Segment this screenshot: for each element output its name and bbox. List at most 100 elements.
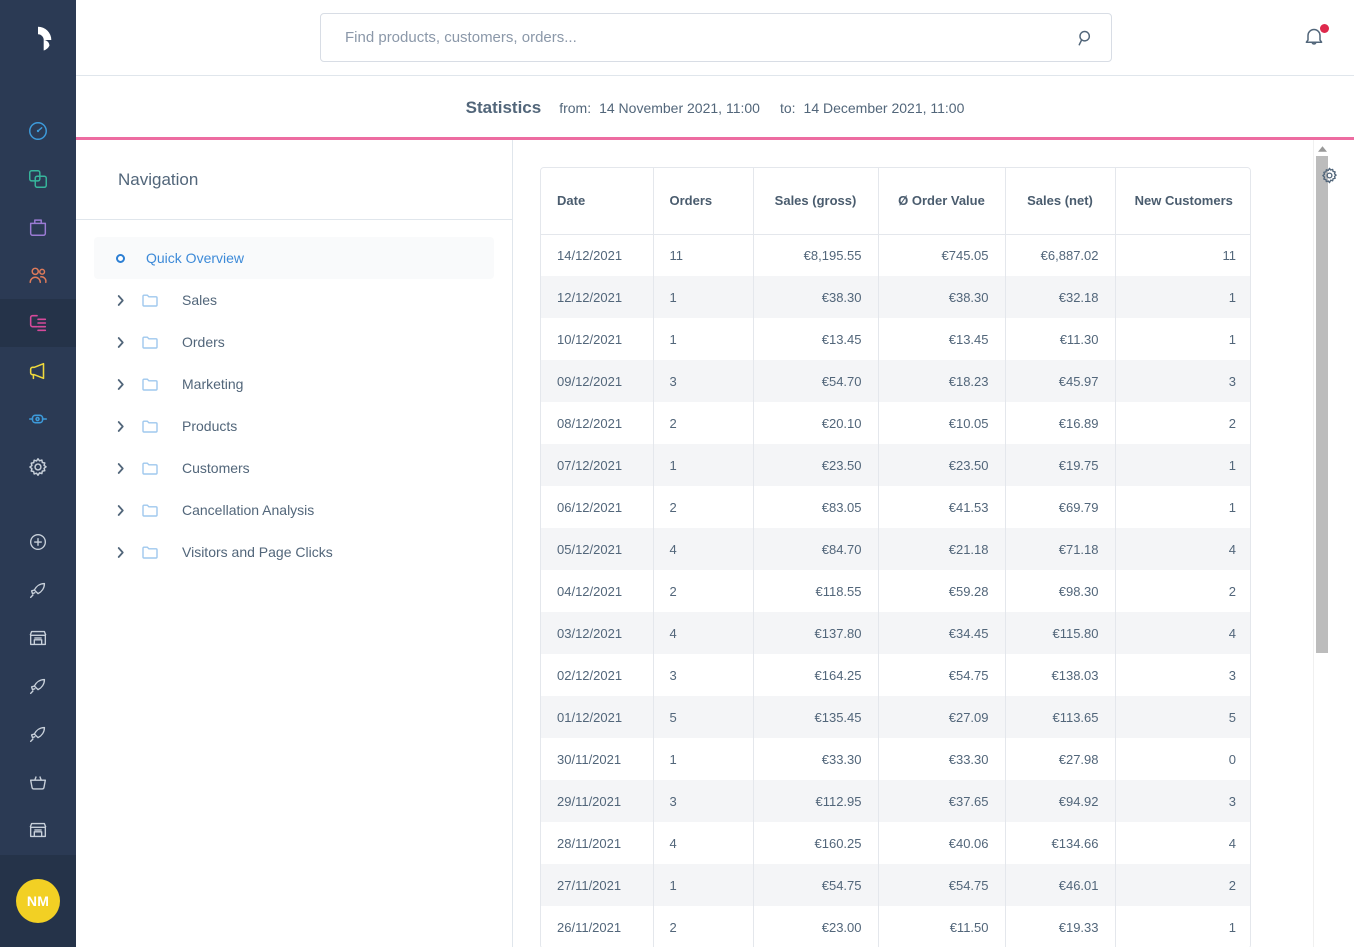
chevron-right-icon[interactable] [112, 420, 128, 433]
cell-avg-order-value: €13.45 [878, 318, 1006, 360]
gear-icon [29, 458, 47, 476]
nav-item-label: Sales [182, 292, 218, 308]
statistics-header: Statistics from: 14 November 2021, 11:00… [76, 76, 1354, 140]
cell-sales-gross: €137.80 [753, 612, 879, 654]
rail-item-orders[interactable] [0, 203, 76, 251]
chevron-right-icon[interactable] [112, 294, 128, 307]
nav-item-quick-overview[interactable]: Quick Overview [94, 237, 494, 279]
table-row[interactable]: 10/12/2021 1 €13.45 €13.45 €11.30 1 [541, 318, 1250, 360]
search-icon[interactable] [1077, 29, 1095, 47]
rail-item-add-plugin[interactable] [0, 518, 76, 566]
notifications-button[interactable] [1302, 24, 1330, 52]
rail-item-customers[interactable] [0, 251, 76, 299]
chevron-right-icon[interactable] [112, 336, 128, 349]
cell-date: 01/12/2021 [541, 696, 654, 738]
rail-item-dashboard[interactable] [0, 107, 76, 155]
cell-sales-net: €19.75 [1005, 444, 1116, 486]
cell-avg-order-value: €59.28 [878, 570, 1006, 612]
cell-sales-net: €115.80 [1005, 612, 1116, 654]
cell-sales-gross: €135.45 [753, 696, 879, 738]
nav-item-marketing[interactable]: Marketing [94, 363, 494, 405]
avatar[interactable]: NM [16, 879, 60, 923]
date-from-value[interactable]: 14 November 2021, 11:00 [599, 100, 760, 116]
table-row[interactable]: 30/11/2021 1 €33.30 €33.30 €27.98 0 [541, 738, 1250, 780]
cell-date: 26/11/2021 [541, 906, 654, 947]
table-row[interactable]: 29/11/2021 3 €112.95 €37.65 €94.92 3 [541, 780, 1250, 822]
shopware-logo[interactable] [0, 0, 76, 80]
cell-sales-gross: €118.55 [753, 570, 879, 612]
store-icon [29, 630, 47, 646]
rail-item-extensions[interactable] [0, 395, 76, 443]
table-row[interactable]: 26/11/2021 2 €23.00 €11.50 €19.33 1 [541, 906, 1250, 947]
rail-item-basket[interactable] [0, 758, 76, 806]
cell-sales-net: €113.65 [1005, 696, 1116, 738]
scrollbar-thumb[interactable] [1316, 156, 1328, 653]
table-row[interactable]: 28/11/2021 4 €160.25 €40.06 €134.66 4 [541, 822, 1250, 864]
scroll-up-button[interactable] [1314, 142, 1330, 156]
rail-item-store-2[interactable] [0, 806, 76, 854]
scrollbar-track[interactable] [1316, 156, 1328, 947]
table-row[interactable]: 14/12/2021 11 €8,195.55 €745.05 €6,887.0… [541, 234, 1250, 276]
table-row[interactable]: 07/12/2021 1 €23.50 €23.50 €19.75 1 [541, 444, 1250, 486]
rail-item-catalogues[interactable] [0, 155, 76, 203]
search-input[interactable] [345, 29, 1077, 46]
column-header-new-customers[interactable]: New Customers [1115, 168, 1250, 235]
date-to-value[interactable]: 14 December 2021, 11:00 [804, 100, 965, 116]
column-header-sales-net[interactable]: Sales (net) [1005, 168, 1116, 235]
nav-item-orders[interactable]: Orders [94, 321, 494, 363]
folder-icon [142, 503, 164, 517]
cell-date: 02/12/2021 [541, 654, 654, 696]
column-header-orders[interactable]: Orders [653, 168, 754, 235]
table-row[interactable]: 09/12/2021 3 €54.70 €18.23 €45.97 3 [541, 360, 1250, 402]
cell-sales-gross: €112.95 [753, 780, 879, 822]
cell-orders: 4 [653, 612, 754, 654]
cell-sales-net: €71.18 [1005, 528, 1116, 570]
cell-orders: 2 [653, 906, 754, 947]
column-header-avg-order-value[interactable]: Ø Order Value [878, 168, 1006, 235]
rail-item-settings[interactable] [0, 443, 76, 491]
table-row[interactable]: 05/12/2021 4 €84.70 €21.18 €71.18 4 [541, 528, 1250, 570]
table-row[interactable]: 03/12/2021 4 €137.80 €34.45 €115.80 4 [541, 612, 1250, 654]
table-row[interactable]: 04/12/2021 2 €118.55 €59.28 €98.30 2 [541, 570, 1250, 612]
nav-item-sales[interactable]: Sales [94, 279, 494, 321]
chevron-right-icon[interactable] [112, 462, 128, 475]
table-row[interactable]: 12/12/2021 1 €38.30 €38.30 €32.18 1 [541, 276, 1250, 318]
nav-item-products[interactable]: Products [94, 405, 494, 447]
rail-footer: NM [0, 855, 76, 947]
table-row[interactable]: 06/12/2021 2 €83.05 €41.53 €69.79 1 [541, 486, 1250, 528]
cell-avg-order-value: €34.45 [878, 612, 1006, 654]
vertical-scrollbar[interactable] [1313, 140, 1329, 947]
rail-item-rocket-2[interactable] [0, 662, 76, 710]
rail-item-rocket-1[interactable] [0, 566, 76, 614]
table-row[interactable]: 08/12/2021 2 €20.10 €10.05 €16.89 2 [541, 402, 1250, 444]
cell-date: 03/12/2021 [541, 612, 654, 654]
table-settings-button[interactable] [1316, 162, 1342, 188]
rail-item-store-1[interactable] [0, 614, 76, 662]
rail-item-rocket-3[interactable] [0, 710, 76, 758]
table-row[interactable]: 02/12/2021 3 €164.25 €54.75 €138.03 3 [541, 654, 1250, 696]
cell-avg-order-value: €745.05 [878, 234, 1006, 276]
column-header-sales-gross[interactable]: Sales (gross) [753, 168, 879, 235]
rail-item-marketing[interactable] [0, 347, 76, 395]
nav-item-label: Marketing [182, 376, 244, 392]
chevron-right-icon[interactable] [112, 546, 128, 559]
table-row[interactable]: 27/11/2021 1 €54.75 €54.75 €46.01 2 [541, 864, 1250, 906]
cell-orders: 11 [653, 234, 754, 276]
cell-orders: 2 [653, 486, 754, 528]
nav-item-cancellation-analysis[interactable]: Cancellation Analysis [94, 489, 494, 531]
search-box[interactable] [320, 13, 1112, 62]
column-header-date[interactable]: Date [541, 168, 654, 235]
nav-item-customers[interactable]: Customers [94, 447, 494, 489]
cell-sales-net: €138.03 [1005, 654, 1116, 696]
nav-item-visitors-and-page-clicks[interactable]: Visitors and Page Clicks [94, 531, 494, 573]
cell-sales-gross: €164.25 [753, 654, 879, 696]
content-split: Navigation Quick Overview Sales Orders M… [76, 140, 1354, 947]
rail-item-content[interactable] [0, 299, 76, 347]
folder-icon [142, 545, 164, 559]
chevron-right-icon[interactable] [112, 378, 128, 391]
folder-icon [142, 419, 164, 433]
chevron-right-icon[interactable] [112, 504, 128, 517]
table-row[interactable]: 01/12/2021 5 €135.45 €27.09 €113.65 5 [541, 696, 1250, 738]
cell-avg-order-value: €23.50 [878, 444, 1006, 486]
cell-sales-gross: €23.00 [753, 906, 879, 947]
